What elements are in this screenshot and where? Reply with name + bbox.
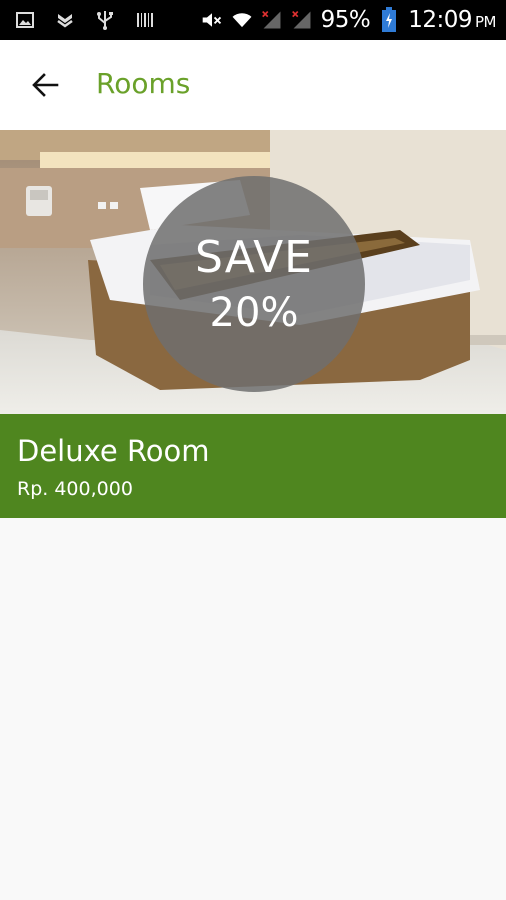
usb-icon: [94, 9, 116, 31]
room-card[interactable]: SAVE 20% Deluxe Room Rp. 400,000: [0, 130, 506, 518]
page-title: Rooms: [96, 67, 191, 100]
room-info: Deluxe Room Rp. 400,000: [0, 414, 506, 518]
back-button[interactable]: [22, 62, 68, 108]
download-icon: [54, 9, 76, 31]
gallery-icon: [14, 9, 36, 31]
battery-percent: 95%: [320, 7, 371, 33]
clock-time: 12:09: [408, 7, 472, 33]
battery-icon: [378, 7, 400, 32]
discount-badge: SAVE 20%: [143, 176, 365, 392]
clock-ampm: PM: [475, 13, 497, 31]
badge-save-label: SAVE: [195, 232, 313, 283]
room-price: Rp. 400,000: [17, 478, 133, 500]
badge-percent: 20%: [209, 290, 299, 336]
muted-speaker-icon: [201, 9, 223, 31]
status-bar-system: 95% 12:09 PM: [201, 6, 497, 34]
room-name: Deluxe Room: [17, 434, 210, 468]
signal-icon-2: [291, 9, 313, 31]
status-bar-notifications: [14, 8, 156, 32]
clock: 12:09 PM: [408, 7, 496, 33]
wifi-icon: [231, 9, 253, 31]
arrow-left-icon: [32, 73, 59, 97]
signal-icon: [261, 9, 283, 31]
room-photo: SAVE 20%: [0, 130, 506, 414]
app-bar: Rooms: [0, 40, 506, 130]
barcode-icon: [134, 9, 156, 31]
status-bar: 95% 12:09 PM: [0, 0, 506, 40]
